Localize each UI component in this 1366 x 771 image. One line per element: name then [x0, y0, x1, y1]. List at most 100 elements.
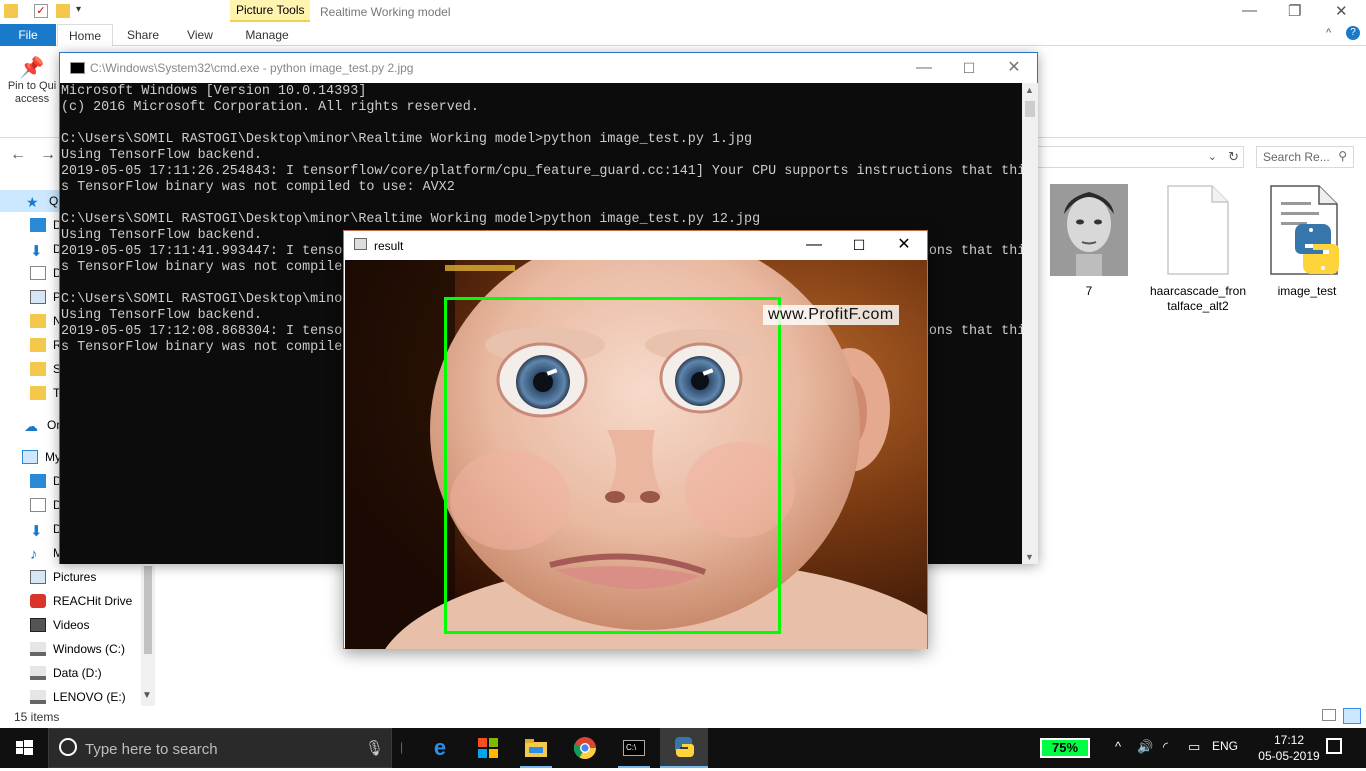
show-hidden-icons-chevron-icon[interactable]: ^: [1115, 739, 1121, 754]
sidebar-item-videos[interactable]: Videos: [30, 614, 89, 636]
close-icon[interactable]: ✕: [881, 234, 927, 256]
pin-to-quick-access-button[interactable]: 📌 Pin to Qui access: [4, 56, 60, 106]
console-scrollbar[interactable]: ▲ ▼: [1022, 83, 1038, 564]
scroll-down-icon[interactable]: ▼: [1025, 552, 1034, 562]
console-line: (c) 2016 Microsoft Corporation. All righ…: [61, 100, 479, 115]
search-icon: [59, 738, 77, 756]
sidebar-item-documents[interactable]: D: [30, 262, 62, 284]
tab-file[interactable]: File: [0, 24, 56, 46]
sidebar-item-folder-m[interactable]: N: [30, 310, 62, 332]
properties-icon[interactable]: ✓: [34, 4, 48, 18]
sidebar-item-folder-s[interactable]: S: [30, 358, 61, 380]
sidebar-item-folder-r[interactable]: R: [30, 334, 62, 356]
battery-indicator[interactable]: 75%: [1040, 738, 1090, 758]
console-line: 2019-05-05 17:11:26.254843: I tensorflow…: [61, 164, 1022, 179]
python-app-button[interactable]: [660, 728, 708, 768]
restore-icon[interactable]: ❐: [1288, 2, 1301, 20]
sidebar-item-reachit[interactable]: REACHit Drive: [30, 590, 132, 612]
window-icon: [354, 238, 367, 250]
minimize-icon[interactable]: —: [791, 234, 837, 256]
status-bar: 15 items: [14, 710, 60, 724]
file-explorer-app-button[interactable]: [512, 728, 560, 768]
start-button[interactable]: [0, 728, 48, 768]
scroll-down-icon[interactable]: ▼: [142, 690, 152, 701]
sidebar-item-documents-pc[interactable]: D: [30, 494, 62, 516]
close-icon[interactable]: ✕: [991, 57, 1037, 79]
minimize-icon[interactable]: —: [1242, 2, 1257, 19]
forward-arrow-icon[interactable]: →: [40, 146, 56, 164]
sidebar-item-this-pc[interactable]: My: [22, 446, 61, 468]
scroll-up-icon[interactable]: ▲: [1025, 85, 1034, 95]
python-icon: [675, 737, 694, 757]
edge-app-button[interactable]: e: [416, 728, 464, 768]
notification-icon[interactable]: [1326, 738, 1342, 754]
quick-access-toolbar: ✓ ▾ Picture Tools Realtime Working model…: [0, 0, 1366, 24]
address-dropdown-icon[interactable]: ⌄: [1208, 150, 1217, 163]
sidebar-item-desktop-pc[interactable]: D: [30, 470, 62, 492]
cmd-title: C:\Windows\System32\cmd.exe - python ima…: [90, 61, 414, 75]
wifi-icon[interactable]: ◜: [1163, 739, 1168, 755]
console-line: C:\Users\SOMIL RASTOGI\Desktop\minor\Rea…: [61, 212, 761, 227]
folder-icon[interactable]: [4, 4, 18, 18]
maximize-icon[interactable]: ☐: [946, 57, 992, 79]
volume-icon[interactable]: 🔊: [1137, 739, 1153, 755]
cmd-titlebar[interactable]: C:\Windows\System32\cmd.exe - python ima…: [60, 53, 1037, 83]
tab-share[interactable]: Share: [114, 24, 172, 46]
new-folder-icon[interactable]: [56, 4, 70, 18]
refresh-icon[interactable]: ↻: [1228, 149, 1239, 165]
console-scroll-thumb[interactable]: [1025, 101, 1035, 117]
collapse-ribbon-icon[interactable]: ^: [1326, 27, 1331, 39]
result-titlebar[interactable]: result — ☐ ✕: [344, 231, 927, 260]
details-view-icon[interactable]: [1322, 709, 1336, 721]
watermark-text: www.ProfitF.com: [763, 305, 899, 325]
sidebar-item-downloads-pc[interactable]: ⬇ D: [30, 518, 62, 540]
sidebar-item-onedrive[interactable]: ☁ On: [24, 414, 63, 436]
result-window[interactable]: result — ☐ ✕ www.ProfitF.com: [343, 230, 928, 649]
maximize-icon[interactable]: ☐: [836, 234, 882, 256]
search-input[interactable]: Search Re... ⚲: [1256, 146, 1354, 168]
search-icon: ⚲: [1338, 149, 1347, 163]
tab-view[interactable]: View: [172, 24, 228, 46]
taskbar-search-input[interactable]: Type here to search 🎙: [48, 728, 392, 768]
terminal-icon: C:\: [623, 740, 645, 756]
file-item-7[interactable]: 7: [1039, 184, 1139, 299]
sidebar-item-folder-t[interactable]: T: [30, 382, 60, 404]
file-generic-icon: [1167, 185, 1229, 275]
back-arrow-icon[interactable]: ←: [10, 146, 26, 164]
star-icon: ★: [26, 194, 39, 210]
sidebar-item-downloads[interactable]: ⬇ D: [30, 238, 62, 260]
picture-icon: [30, 570, 46, 584]
close-icon[interactable]: ✕: [1335, 2, 1348, 20]
picture-icon: [30, 290, 46, 304]
chevron-down-icon[interactable]: ▾: [76, 4, 90, 18]
minimize-icon[interactable]: —: [901, 57, 947, 79]
battery-icon[interactable]: ▭: [1188, 739, 1200, 755]
sidebar-item-desktop[interactable]: D: [30, 214, 62, 236]
sidebar-item-drive-d[interactable]: Data (D:): [30, 662, 102, 684]
sidebar-item-pictures[interactable]: Pictures: [30, 566, 96, 588]
help-icon[interactable]: ?: [1346, 26, 1360, 40]
file-name: 7: [1085, 284, 1093, 298]
sidebar-item-drive-e[interactable]: LENOVO (E:): [30, 686, 126, 708]
language-indicator[interactable]: ENG: [1212, 739, 1238, 753]
pin-icon: 📌: [19, 57, 45, 79]
address-bar[interactable]: ⌄ ↻: [1038, 146, 1244, 168]
sidebar-item-pictures-qa[interactable]: P: [30, 286, 61, 308]
microphone-icon[interactable]: 🎙: [365, 739, 384, 757]
tab-manage[interactable]: Manage: [230, 24, 304, 46]
computer-icon: [22, 450, 38, 464]
taskbar: Type here to search 🎙 | e C:\ 75% ^ 🔊 ◜ …: [0, 728, 1366, 768]
sidebar-item-drive-c[interactable]: Windows (C:): [30, 638, 125, 660]
sidebar-scroll-thumb[interactable]: [144, 566, 152, 654]
taskbar-clock[interactable]: 17:12 05-05-2019: [1254, 732, 1324, 764]
large-icons-view-icon[interactable]: [1343, 708, 1361, 724]
chrome-app-button[interactable]: [561, 728, 609, 768]
file-item-haarcascade[interactable]: haarcascade_fron talface_alt2: [1148, 184, 1248, 314]
store-app-button[interactable]: [464, 728, 512, 768]
download-icon: ⬇: [30, 243, 43, 260]
cmd-app-button[interactable]: C:\: [610, 728, 658, 768]
tab-home[interactable]: Home: [57, 24, 113, 47]
file-item-image-test[interactable]: image_test: [1257, 184, 1357, 299]
document-icon: [30, 498, 46, 512]
